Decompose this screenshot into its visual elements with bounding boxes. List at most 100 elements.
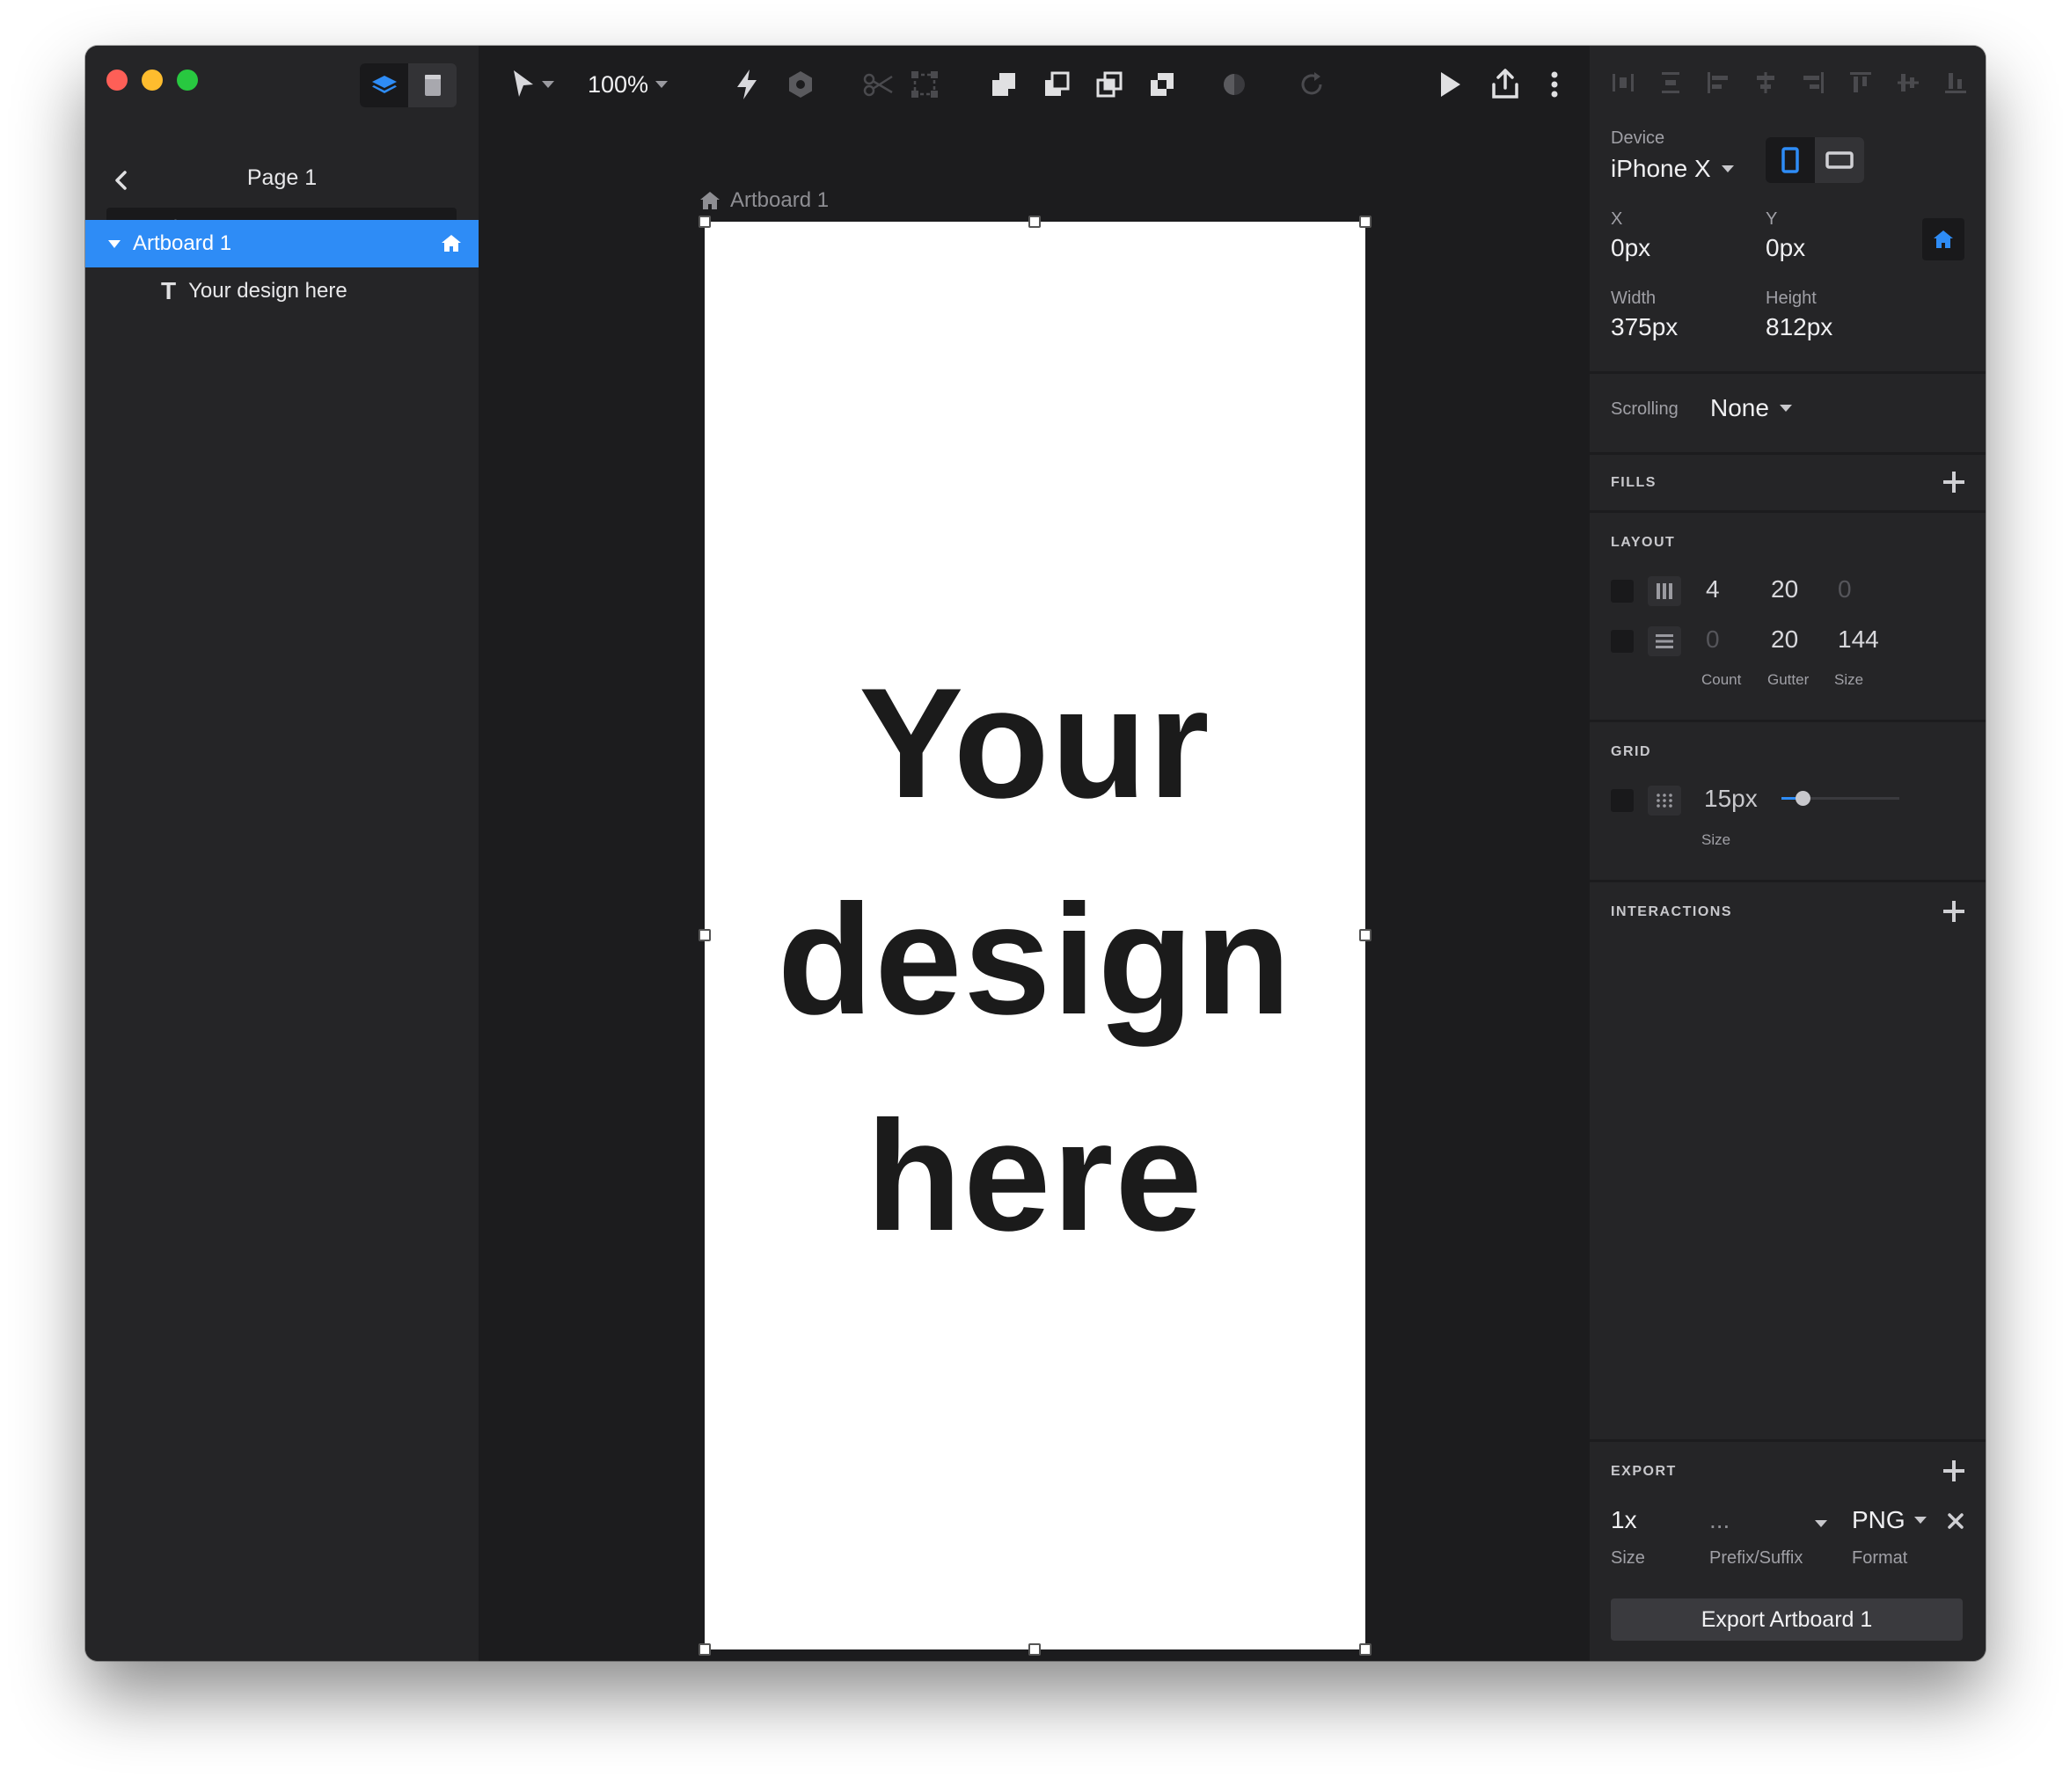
resize-handle-bottom-left[interactable] [699,1643,711,1656]
set-home-button[interactable] [1922,218,1964,260]
layer-artboard-1[interactable]: Artboard 1 [85,220,479,267]
transform-button[interactable] [910,67,940,102]
zoom-dropdown[interactable]: 100% [588,67,669,102]
rows-size-input[interactable]: 144 [1838,625,1879,654]
resize-handle-top-left[interactable] [699,216,711,228]
layer-your-design-here[interactable]: T Your design here [85,267,479,315]
close-window-button[interactable] [106,69,128,91]
layer-label: Your design here [188,279,347,303]
phone-portrait-icon [1781,147,1799,173]
layers-panel-button[interactable] [360,63,408,107]
layout-columns-checkbox[interactable] [1611,580,1634,603]
portrait-button[interactable] [1766,137,1815,183]
align-center-horizontal-icon[interactable] [1753,70,1778,95]
intersect-button[interactable] [1094,67,1124,102]
export-format-dropdown[interactable]: PNG [1852,1506,1927,1534]
columns-gutter-input[interactable]: 20 [1771,575,1798,603]
artboard[interactable]: Your design here [705,222,1365,1649]
layer-label: Artboard 1 [133,231,232,255]
play-icon [1441,72,1460,97]
height-input[interactable]: 812px [1766,313,1832,341]
phone-landscape-icon [1825,151,1854,169]
difference-button[interactable] [1147,67,1177,102]
interactions-section-title: INTERACTIONS [1611,904,1732,919]
layout-rows-checkbox[interactable] [1611,630,1634,653]
export-format-value: PNG [1852,1506,1905,1533]
text-line: Your [859,655,1211,830]
union-button[interactable] [989,67,1019,102]
grid-size-input[interactable]: 15px [1704,785,1758,813]
y-input[interactable]: 0px [1766,234,1805,262]
device-dropdown[interactable]: iPhone X [1611,155,1734,183]
scissors-button[interactable] [862,67,894,102]
x-input[interactable]: 0px [1611,234,1650,262]
select-tool-button[interactable] [510,67,554,102]
divider [1590,720,1986,722]
distribute-vertical-icon[interactable] [1658,70,1683,95]
zoom-window-button[interactable] [177,69,198,91]
scrolling-value: None [1710,394,1769,421]
preview-play-button[interactable] [1437,67,1462,102]
design-canvas[interactable]: Artboard 1 Your design here [479,123,1590,1661]
columns-icon-box [1648,576,1681,606]
page-title: Page 1 [246,165,318,190]
resize-handle-bottom-right[interactable] [1359,1643,1371,1656]
align-bottom-icon[interactable] [1943,70,1968,95]
resize-handle-bottom[interactable] [1028,1643,1041,1656]
columns-size-input[interactable]: 0 [1838,575,1852,603]
rotate-icon [1301,72,1322,95]
rows-count-input[interactable]: 0 [1706,625,1720,654]
export-section-title: EXPORT [1611,1464,1677,1479]
align-top-icon[interactable] [1848,70,1873,95]
width-input[interactable]: 375px [1611,313,1678,341]
align-center-vertical-icon[interactable] [1896,70,1920,95]
share-button[interactable] [1490,67,1520,102]
subtract-button[interactable] [1042,67,1072,102]
mask-button[interactable] [1219,67,1249,102]
chevron-down-icon [542,81,554,88]
add-fill-button[interactable] [1943,472,1964,493]
distribute-horizontal-icon[interactable] [1611,70,1635,95]
add-export-button[interactable] [1943,1460,1964,1481]
close-icon[interactable] [1947,1512,1964,1530]
scrolling-dropdown[interactable]: None [1710,394,1792,422]
grid-dots-icon [1657,794,1672,808]
add-interaction-button[interactable] [1943,901,1964,922]
rows-icon-box [1648,626,1681,656]
hotspot-button[interactable] [734,67,760,102]
export-prefix-input[interactable]: ... [1709,1506,1730,1534]
export-artboard-button[interactable]: Export Artboard 1 [1611,1598,1963,1641]
chevron-down-icon [1721,165,1734,172]
layout-size-label: Size [1834,671,1864,688]
difference-icon [1151,73,1174,96]
assets-panel-button[interactable] [408,63,457,107]
artboard-text-layer[interactable]: Your design here [705,635,1365,1284]
home-icon[interactable] [440,232,463,255]
device-value: iPhone X [1611,155,1711,182]
resize-handle-top-right[interactable] [1359,216,1371,228]
resize-handle-top[interactable] [1028,216,1041,228]
export-size-input[interactable]: 1x [1611,1506,1637,1534]
resize-handle-right[interactable] [1359,929,1371,941]
artboard-title[interactable]: Artboard 1 [699,188,829,213]
columns-count-input[interactable]: 4 [1706,575,1720,603]
landscape-button[interactable] [1815,137,1864,183]
chevron-down-icon[interactable] [1815,1520,1827,1527]
rows-gutter-input[interactable]: 20 [1771,625,1798,654]
rotate-button[interactable] [1297,67,1327,102]
align-right-icon[interactable] [1801,70,1825,95]
grid-size-slider-knob[interactable] [1796,791,1810,806]
page-header: Page 1 [85,160,479,199]
resize-handle-left[interactable] [699,929,711,941]
subtract-icon [1045,71,1070,96]
more-menu-button[interactable] [1550,67,1559,102]
align-left-icon[interactable] [1706,70,1730,95]
grid-icon-box [1648,786,1681,816]
grid-checkbox[interactable] [1611,789,1634,812]
component-button[interactable] [786,67,815,102]
minimize-window-button[interactable] [142,69,163,91]
layout-section-title: LAYOUT [1611,535,1676,550]
layers-sidebar: Page 1 Artboard 1 T Your design here [85,46,479,1661]
width-label: Width [1611,289,1657,308]
disclosure-triangle-icon[interactable] [106,236,122,252]
